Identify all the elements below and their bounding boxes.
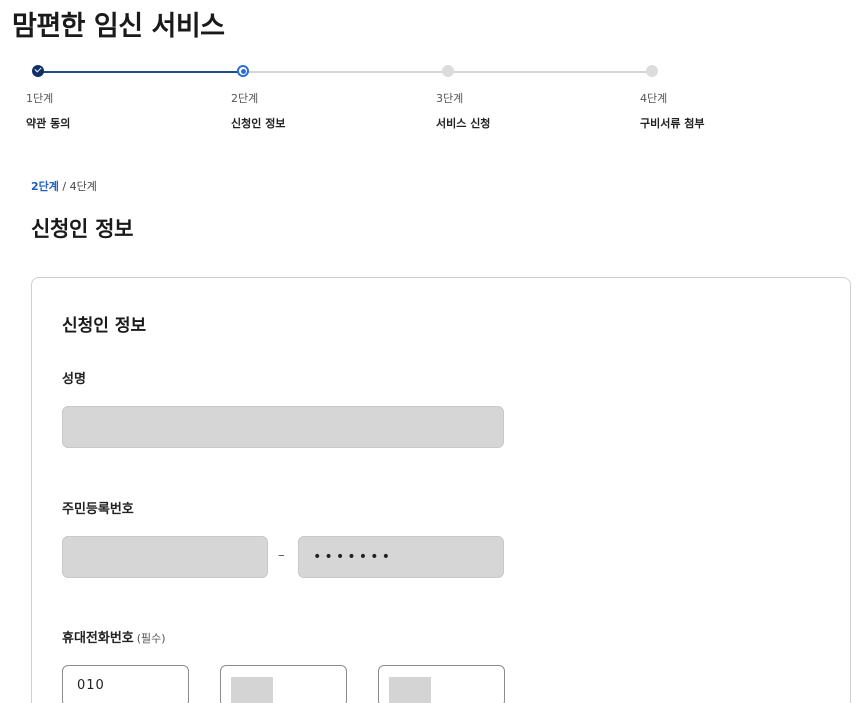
step-name: 서비스 신청 xyxy=(436,117,491,130)
step-number: 1단계 xyxy=(26,92,54,105)
rrn-back-field[interactable]: ••••••• xyxy=(298,536,504,578)
page-title: 맘편한 임신 서비스 xyxy=(12,11,225,42)
step-name: 약관 동의 xyxy=(26,117,71,130)
rrn-label: 주민등록번호 xyxy=(62,502,134,517)
applicant-info-card: 신청인 정보 성명 주민등록번호 – ••••••• 휴대전화번호 (필수) 01… xyxy=(31,277,851,703)
step-name: 신청인 정보 xyxy=(231,117,286,130)
name-label: 성명 xyxy=(62,372,86,387)
redaction-mask xyxy=(389,677,431,703)
step-done-check-icon xyxy=(32,65,44,77)
step-number: 3단계 xyxy=(436,92,464,105)
phone-label: 휴대전화번호 (필수) xyxy=(62,627,166,646)
step-separator: / xyxy=(62,180,67,193)
step-number: 2단계 xyxy=(231,92,259,105)
section-heading: 신청인 정보 xyxy=(31,217,134,241)
card-title: 신청인 정보 xyxy=(62,316,147,336)
phone-required-note: (필수) xyxy=(136,632,166,645)
phone-part1-field[interactable]: 010 xyxy=(62,665,189,703)
step-progress-indicator: 2단계 / 4단계 xyxy=(31,178,97,194)
current-step: 2단계 xyxy=(31,180,59,193)
step-name: 구비서류 첨부 xyxy=(640,117,705,130)
step-number: 4단계 xyxy=(640,92,668,105)
name-field[interactable] xyxy=(62,406,504,448)
stepper-line-done xyxy=(37,71,243,73)
step-pending-icon xyxy=(646,65,658,77)
rrn-front-field[interactable] xyxy=(62,536,268,578)
rrn-dash: – xyxy=(278,548,285,563)
redaction-mask xyxy=(231,677,273,703)
step-pending-icon xyxy=(442,65,454,77)
phone-label-text: 휴대전화번호 xyxy=(62,631,134,646)
step-current-icon xyxy=(237,65,249,77)
progress-stepper: 1단계 약관 동의 2단계 신청인 정보 3단계 서비스 신청 4단계 구비서류… xyxy=(0,60,863,140)
total-steps: 4단계 xyxy=(69,180,97,193)
